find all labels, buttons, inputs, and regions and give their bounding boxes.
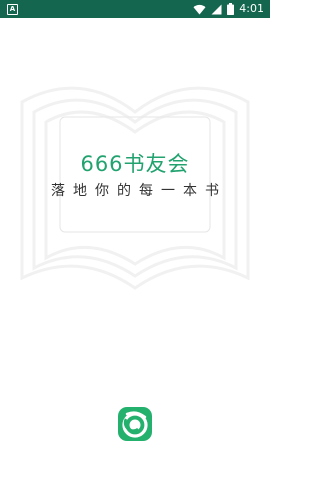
signal-icon [211, 4, 222, 15]
app-title: 666书友会 [80, 152, 190, 176]
app-logo-icon [118, 407, 152, 441]
wifi-icon [193, 4, 206, 15]
status-bar: A 4:01 [0, 0, 270, 18]
status-icons: 4:01 [193, 0, 264, 18]
notification-a-icon: A [7, 4, 18, 15]
battery-icon [227, 3, 235, 15]
status-time: 4:01 [239, 2, 264, 15]
app-slogan: 落地你的每一本书 [51, 183, 227, 199]
